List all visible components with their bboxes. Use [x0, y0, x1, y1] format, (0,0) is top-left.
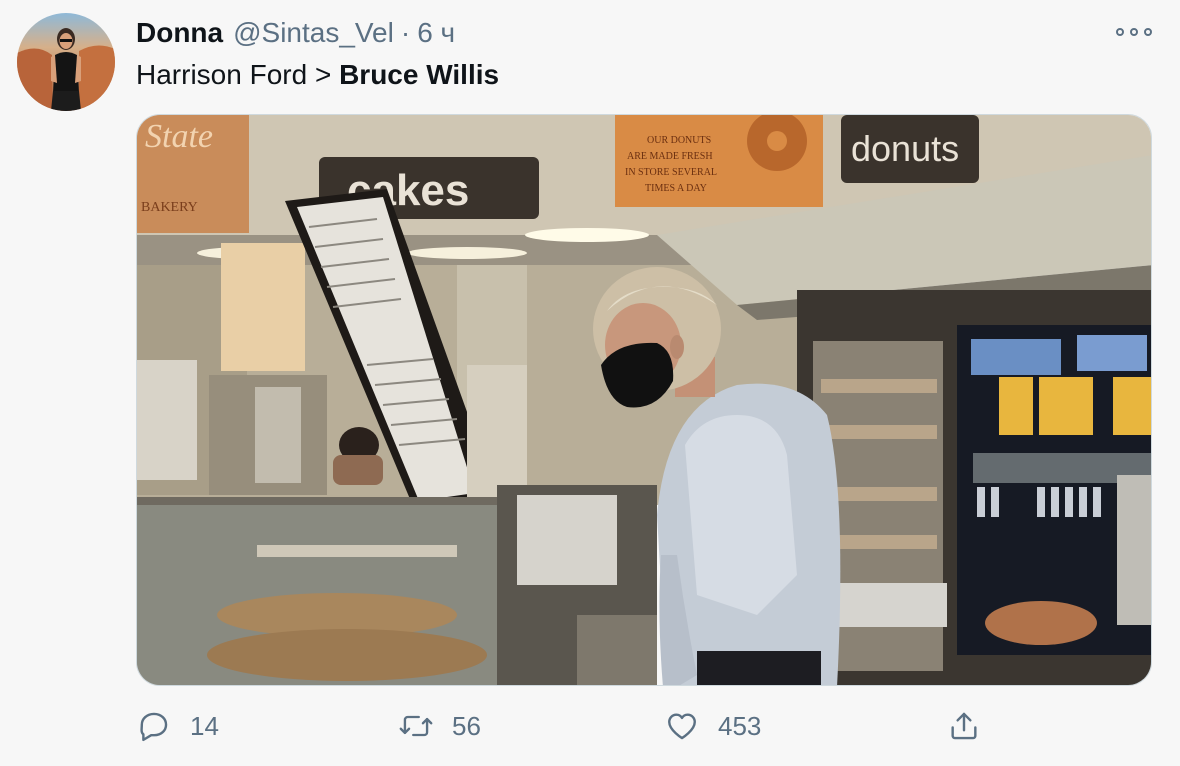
reply-icon — [136, 708, 172, 744]
retweet-button[interactable]: 56 — [398, 700, 481, 752]
tweet-photo[interactable]: State BAKERY cakes OUR DONUTS ARE MADE F… — [136, 114, 1152, 686]
sign-note-line3: IN STORE SEVERAL — [625, 167, 717, 178]
share-button[interactable] — [946, 700, 982, 752]
sign-note-line2: ARE MADE FRESH — [627, 151, 713, 162]
like-button[interactable]: 453 — [664, 700, 761, 752]
reply-button[interactable]: 14 — [136, 700, 219, 752]
tweet-actions: 14 56 453 — [136, 700, 1036, 752]
tweet-text-bold: Bruce Willis — [339, 59, 500, 90]
retweet-count: 56 — [452, 710, 481, 741]
tweet-text: Harrison Ford > Bruce Willis — [136, 56, 499, 94]
sign-state: State — [145, 118, 213, 155]
reply-count: 14 — [190, 710, 219, 741]
avatar[interactable] — [17, 13, 115, 111]
retweet-icon — [398, 708, 434, 744]
bakery-photo: State BAKERY cakes OUR DONUTS ARE MADE F… — [137, 115, 1151, 685]
sign-bakery: BAKERY — [141, 200, 198, 215]
sign-donuts: donuts — [851, 128, 959, 169]
tweet-header: Donna @Sintas_Vel · 6 ч — [136, 16, 455, 50]
avatar-image — [17, 13, 115, 111]
more-icon[interactable] — [1116, 22, 1152, 42]
tweet-text-plain: Harrison Ford > — [136, 59, 340, 90]
tweet[interactable]: Donna @Sintas_Vel · 6 ч Harrison Ford > … — [0, 0, 1180, 766]
heart-icon — [664, 708, 700, 744]
share-icon — [946, 708, 982, 744]
like-count: 453 — [718, 710, 762, 741]
display-name[interactable]: Donna — [136, 16, 223, 50]
sign-note-line1: OUR DONUTS — [647, 135, 711, 146]
timestamp[interactable]: 6 ч — [417, 16, 455, 50]
separator-dot: · — [400, 17, 411, 48]
user-handle[interactable]: @Sintas_Vel — [233, 16, 394, 50]
sign-note-line4: TIMES A DAY — [645, 183, 707, 194]
